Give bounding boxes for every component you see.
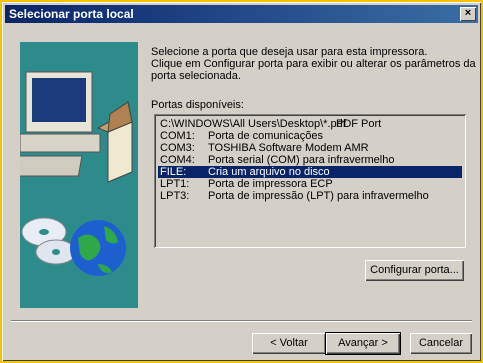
port-item-lpt3[interactable]: LPT3: Porta de impressão (LPT) para infr… (158, 190, 462, 202)
port-name: COM4: (160, 154, 195, 166)
ports-listbox[interactable]: C:\WINDOWS\All Users\Desktop\*.pdf PDF P… (154, 114, 466, 248)
footer-divider (11, 320, 472, 322)
instruction-line-3: porta selecionada. (151, 70, 241, 82)
window-title: Selecionar porta local (9, 7, 134, 21)
port-name: LPT3: (160, 190, 190, 202)
port-description: PDF Port (336, 118, 382, 130)
instruction-line-1: Selecione a porta que deseja usar para e… (151, 46, 428, 58)
port-item-com4[interactable]: COM4: Porta serial (COM) para infraverme… (158, 154, 462, 166)
available-ports-label: Portas disponíveis: (151, 99, 244, 111)
wizard-illustration (20, 42, 138, 308)
globe-icon (70, 220, 126, 276)
port-name: FILE: (160, 166, 187, 178)
instruction-line-2: Clique em Configurar porta para exibir o… (151, 58, 476, 70)
port-description: Cria um arquivo no disco (208, 166, 330, 178)
port-item-com1[interactable]: COM1: Porta de comunicações (158, 130, 462, 142)
port-name: C:\WINDOWS\All Users\Desktop\*.pdf (160, 118, 346, 130)
next-button[interactable]: Avançar > (326, 333, 400, 354)
dialog-window: Selecionar porta local × Selecione a por… (2, 2, 481, 361)
port-name: LPT1: (160, 178, 190, 190)
configure-port-button[interactable]: Configurar porta... (365, 260, 464, 281)
port-item-pdf[interactable]: C:\WINDOWS\All Users\Desktop\*.pdf PDF P… (158, 118, 462, 130)
port-description: TOSHIBA Software Modem AMR (208, 142, 369, 154)
cancel-button[interactable]: Cancelar (410, 333, 472, 354)
port-name: COM3: (160, 142, 195, 154)
port-description: Porta serial (COM) para infravermelho (208, 154, 395, 166)
port-item-file[interactable]: FILE: Cria um arquivo no disco (158, 166, 462, 178)
port-item-com3[interactable]: COM3: TOSHIBA Software Modem AMR (158, 142, 462, 154)
port-description: Porta de impressão (LPT) para infraverme… (208, 190, 429, 202)
instructions-text: Selecione a porta que deseja usar para e… (151, 46, 476, 82)
port-description: Porta de impressora ECP (208, 178, 333, 190)
title-bar[interactable]: Selecionar porta local × (5, 5, 478, 23)
port-item-lpt1[interactable]: LPT1: Porta de impressora ECP (158, 178, 462, 190)
port-description: Porta de comunicações (208, 130, 323, 142)
port-name: COM1: (160, 130, 195, 142)
back-button[interactable]: < Voltar (252, 333, 326, 354)
close-button[interactable]: × (460, 7, 476, 21)
